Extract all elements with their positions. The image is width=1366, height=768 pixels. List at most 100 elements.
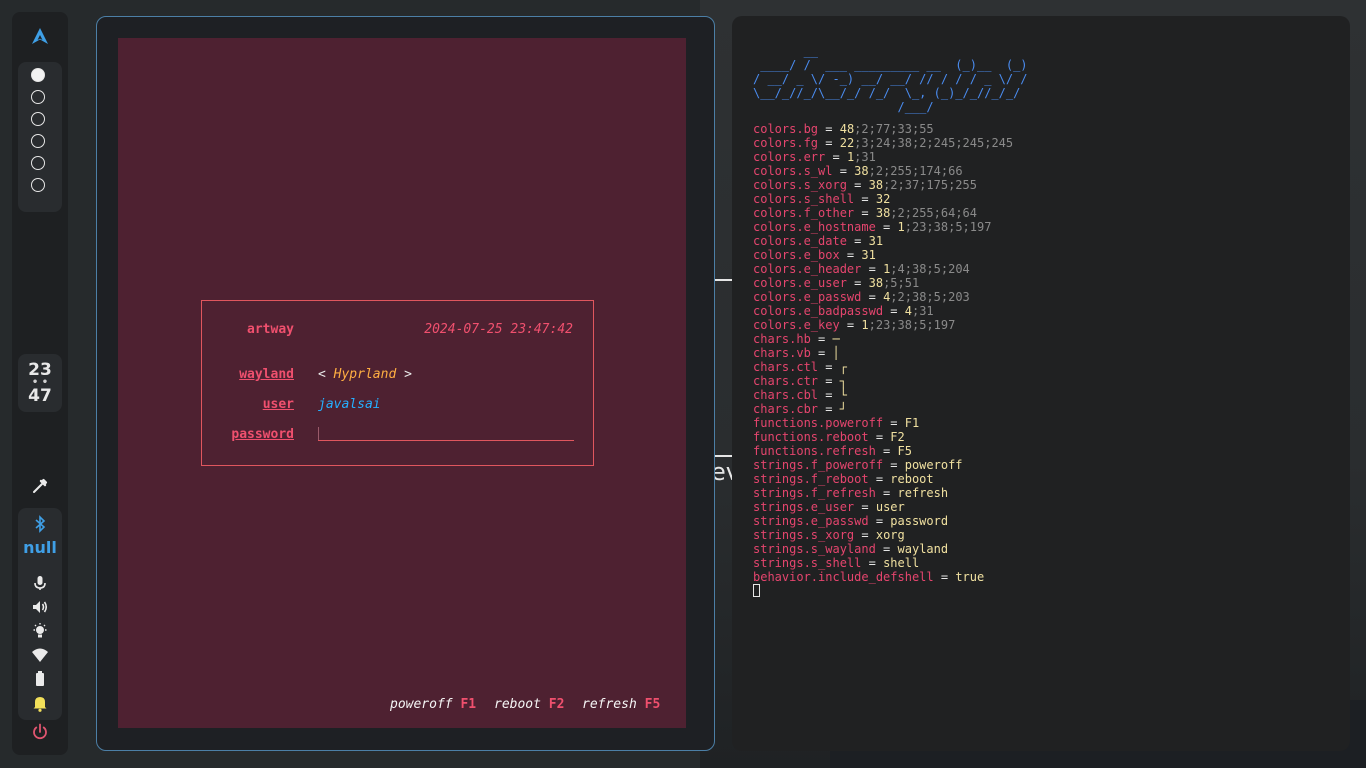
config-value: 1 (897, 220, 905, 234)
config-key: strings.f_poweroff (753, 458, 884, 472)
clock-widget[interactable]: 23 • • 47 (18, 354, 62, 412)
config-equals: = (839, 248, 862, 262)
arch-logo-icon[interactable] (30, 26, 50, 46)
config-value: wayland (897, 542, 949, 556)
config-equals: = (875, 486, 898, 500)
config-line: colors.err = 1;31 (753, 150, 1013, 164)
refresh-key: F5 (644, 697, 661, 712)
session-selector[interactable]: < Hyprland > (318, 367, 412, 382)
workspace-switcher (18, 62, 62, 212)
config-key: chars.cbl (753, 388, 819, 402)
config-key: colors.bg (753, 122, 819, 136)
config-line: colors.bg = 48;2;77;33;55 (753, 122, 1013, 136)
brightness-icon[interactable] (30, 621, 50, 641)
power-icon[interactable] (30, 722, 50, 742)
notification-bell-icon[interactable] (30, 693, 50, 713)
config-line: colors.s_wl = 38;2;255;174;66 (753, 164, 1013, 178)
config-key: strings.e_user (753, 500, 855, 514)
config-value-rest: ;2;77;33;55 (854, 122, 934, 136)
reboot-action[interactable]: reboot F2 (494, 697, 564, 712)
config-line: colors.e_user = 38;5;51 (753, 276, 1013, 290)
config-equals: = (875, 444, 898, 458)
config-value: shell (883, 556, 920, 570)
config-equals: = (832, 164, 855, 178)
config-value: 22 (839, 136, 855, 150)
workspace-6-indicator[interactable] (31, 178, 45, 192)
config-value: refresh (897, 486, 949, 500)
config-list: colors.bg = 48;2;77;33;55 colors.fg = 22;… (753, 122, 1013, 584)
network-status-text: null (23, 538, 57, 557)
session-prev-arrow[interactable]: < (318, 367, 326, 382)
workspace-3-indicator[interactable] (31, 112, 45, 126)
config-equals: = (883, 416, 905, 430)
config-line: colors.f_other = 38;2;255;64;64 (753, 206, 1013, 220)
wifi-icon[interactable] (30, 645, 50, 665)
config-value-rest: ;2;38;5;203 (890, 290, 970, 304)
config-value: └ (839, 388, 847, 402)
config-value: ─ (832, 332, 840, 346)
microphone-icon[interactable] (30, 573, 50, 593)
config-equals: = (875, 542, 898, 556)
config-value: ┐ (839, 374, 847, 388)
config-equals: = (818, 388, 840, 402)
config-equals: = (861, 556, 884, 570)
config-key: strings.f_reboot (753, 472, 869, 486)
config-key: colors.err (753, 150, 826, 164)
text-cursor (318, 427, 319, 441)
config-value-rest: ;5;51 (883, 276, 920, 290)
config-line: colors.e_key = 1;23;38;5;197 (753, 318, 1013, 332)
config-key: colors.e_date (753, 234, 847, 248)
config-equals: = (854, 500, 876, 514)
config-value: 48 (839, 122, 855, 136)
config-key: functions.poweroff (753, 416, 884, 430)
config-equals: = (854, 528, 876, 542)
config-key: colors.e_badpasswd (753, 304, 884, 318)
config-line: chars.cbl = └ (753, 388, 1013, 402)
config-value: 38 (875, 206, 891, 220)
config-equals: = (818, 360, 840, 374)
poweroff-action[interactable]: poweroff F1 (390, 697, 476, 712)
config-line: functions.reboot = F2 (753, 430, 1013, 444)
bluetooth-icon[interactable] (30, 514, 50, 534)
config-line: chars.ctr = ┐ (753, 374, 1013, 388)
battery-icon[interactable] (30, 669, 50, 689)
session-name: Hyprland (333, 367, 397, 382)
config-equals: = (868, 430, 891, 444)
config-key: chars.vb (753, 346, 811, 360)
config-equals: = (825, 150, 847, 164)
session-next-arrow[interactable]: > (404, 367, 412, 382)
config-key: colors.f_other (753, 206, 855, 220)
config-key: colors.fg (753, 136, 819, 150)
config-value-rest: ;3;24;38;2;245;245;245 (854, 136, 1014, 150)
workspace-1-indicator[interactable] (31, 68, 45, 82)
poweroff-label: poweroff (390, 697, 453, 712)
config-line: functions.poweroff = F1 (753, 416, 1013, 430)
config-value: 38 (868, 276, 884, 290)
config-value-rest: ;2;255;64;64 (890, 206, 977, 220)
background-line (714, 455, 732, 457)
config-value: ┘ (839, 402, 847, 416)
config-value: password (890, 514, 949, 528)
config-equals: = (818, 136, 840, 150)
config-line: colors.fg = 22;3;24;38;2;245;245;245 (753, 136, 1013, 150)
workspace-2-indicator[interactable] (31, 90, 45, 104)
config-key: colors.s_xorg (753, 178, 847, 192)
config-equals: = (868, 472, 891, 486)
workspace-4-indicator[interactable] (31, 134, 45, 148)
reboot-key: F2 (548, 697, 565, 712)
refresh-action[interactable]: refresh F5 (582, 697, 660, 712)
workspace-5-indicator[interactable] (31, 156, 45, 170)
user-field[interactable]: javalsai (318, 397, 381, 412)
config-equals: = (810, 332, 833, 346)
config-key: chars.hb (753, 332, 811, 346)
config-value: F5 (897, 444, 912, 458)
password-underline (318, 440, 574, 441)
config-key: strings.s_xorg (753, 528, 855, 542)
config-line: chars.cbr = ┘ (753, 402, 1013, 416)
config-key: colors.s_shell (753, 192, 855, 206)
reboot-label: reboot (494, 697, 541, 712)
config-key: chars.cbr (753, 402, 819, 416)
volume-icon[interactable] (30, 597, 50, 617)
config-line: colors.s_shell = 32 (753, 192, 1013, 206)
color-picker-icon[interactable] (30, 476, 50, 496)
